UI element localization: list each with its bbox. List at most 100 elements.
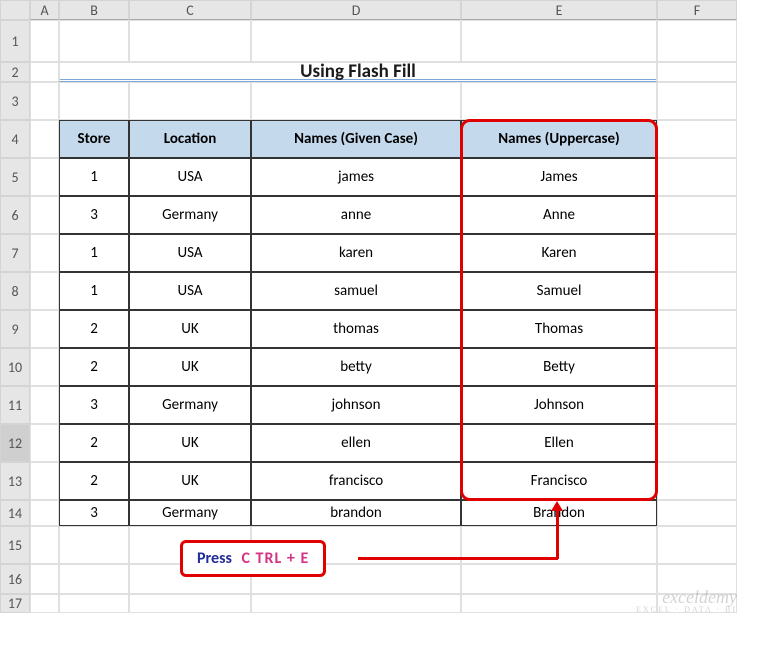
cell[interactable] (657, 62, 737, 82)
cell[interactable] (30, 196, 59, 234)
col-header[interactable]: A (30, 0, 59, 20)
cell[interactable] (59, 20, 129, 62)
cell[interactable] (59, 594, 129, 613)
table-cell[interactable]: johnson (251, 386, 461, 424)
cell[interactable] (30, 234, 59, 272)
cell[interactable] (59, 526, 129, 564)
cell[interactable] (251, 20, 461, 62)
table-header-given[interactable]: Names (Given Case) (251, 120, 461, 158)
page-title[interactable]: Using Flash Fill (59, 62, 657, 82)
table-cell[interactable]: 1 (59, 272, 129, 310)
table-cell[interactable]: thomas (251, 310, 461, 348)
table-cell[interactable]: anne (251, 196, 461, 234)
table-cell[interactable]: Germany (129, 196, 251, 234)
table-header-upper[interactable]: Names (Uppercase) (461, 120, 657, 158)
row-header[interactable]: 12 (0, 424, 30, 462)
table-cell[interactable]: 2 (59, 348, 129, 386)
row-header[interactable]: 3 (0, 82, 30, 120)
cell[interactable] (657, 386, 737, 424)
cell[interactable] (657, 82, 737, 120)
table-cell[interactable]: Germany (129, 386, 251, 424)
row-header[interactable]: 5 (0, 158, 30, 196)
cell[interactable] (59, 82, 129, 120)
table-cell[interactable]: brandon (251, 500, 461, 526)
cell[interactable] (30, 526, 59, 564)
col-header[interactable]: C (129, 0, 251, 20)
cell[interactable] (30, 158, 59, 196)
cell[interactable] (461, 20, 657, 62)
col-header[interactable]: B (59, 0, 129, 20)
col-header[interactable]: D (251, 0, 461, 20)
table-cell[interactable]: samuel (251, 272, 461, 310)
table-cell[interactable]: 2 (59, 310, 129, 348)
row-header[interactable]: 16 (0, 564, 30, 594)
table-cell[interactable]: betty (251, 348, 461, 386)
cell[interactable] (30, 82, 59, 120)
col-header[interactable]: E (461, 0, 657, 20)
cell[interactable] (30, 272, 59, 310)
cell[interactable] (30, 564, 59, 594)
row-header[interactable]: 1 (0, 20, 30, 62)
cell[interactable] (657, 20, 737, 62)
table-cell[interactable]: Karen (461, 234, 657, 272)
corner-cell[interactable] (0, 0, 30, 20)
cell[interactable] (657, 500, 737, 526)
table-cell[interactable]: Francisco (461, 462, 657, 500)
table-cell[interactable]: 3 (59, 386, 129, 424)
cell[interactable] (657, 424, 737, 462)
cell[interactable] (657, 158, 737, 196)
cell[interactable] (251, 82, 461, 120)
row-header[interactable]: 2 (0, 62, 30, 82)
cell[interactable] (251, 594, 461, 613)
cell[interactable] (657, 462, 737, 500)
table-cell[interactable]: 3 (59, 196, 129, 234)
table-cell[interactable]: Samuel (461, 272, 657, 310)
table-cell[interactable]: Anne (461, 196, 657, 234)
table-cell[interactable]: UK (129, 462, 251, 500)
cell[interactable] (30, 462, 59, 500)
row-header[interactable]: 6 (0, 196, 30, 234)
row-header[interactable]: 13 (0, 462, 30, 500)
cell[interactable] (461, 82, 657, 120)
table-cell[interactable]: 1 (59, 234, 129, 272)
table-cell[interactable]: ellen (251, 424, 461, 462)
table-cell[interactable]: USA (129, 234, 251, 272)
cell[interactable] (657, 526, 737, 564)
cell[interactable] (129, 594, 251, 613)
col-header[interactable]: F (657, 0, 737, 20)
row-header[interactable]: 4 (0, 120, 30, 158)
table-cell[interactable]: 3 (59, 500, 129, 526)
row-header[interactable]: 11 (0, 386, 30, 424)
table-cell[interactable]: USA (129, 272, 251, 310)
cell[interactable] (30, 500, 59, 526)
cell[interactable] (30, 594, 59, 613)
table-cell[interactable]: james (251, 158, 461, 196)
row-header[interactable]: 15 (0, 526, 30, 564)
cell[interactable] (30, 348, 59, 386)
cell[interactable] (657, 348, 737, 386)
cell[interactable] (657, 234, 737, 272)
table-cell[interactable]: James (461, 158, 657, 196)
cell[interactable] (657, 120, 737, 158)
cell[interactable] (657, 272, 737, 310)
cell[interactable] (129, 82, 251, 120)
cell[interactable] (30, 120, 59, 158)
table-cell[interactable]: francisco (251, 462, 461, 500)
cell[interactable] (30, 20, 59, 62)
table-cell[interactable]: UK (129, 348, 251, 386)
cell[interactable] (30, 62, 59, 82)
table-header-store[interactable]: Store (59, 120, 129, 158)
table-cell[interactable]: Betty (461, 348, 657, 386)
cell[interactable] (461, 594, 657, 613)
row-header[interactable]: 17 (0, 594, 30, 613)
table-cell[interactable]: Thomas (461, 310, 657, 348)
row-header[interactable]: 9 (0, 310, 30, 348)
table-header-location[interactable]: Location (129, 120, 251, 158)
table-cell[interactable]: Germany (129, 500, 251, 526)
cell[interactable] (30, 424, 59, 462)
table-cell[interactable]: UK (129, 310, 251, 348)
table-cell[interactable]: USA (129, 158, 251, 196)
row-header[interactable]: 10 (0, 348, 30, 386)
cell[interactable] (461, 564, 657, 594)
row-header[interactable]: 7 (0, 234, 30, 272)
